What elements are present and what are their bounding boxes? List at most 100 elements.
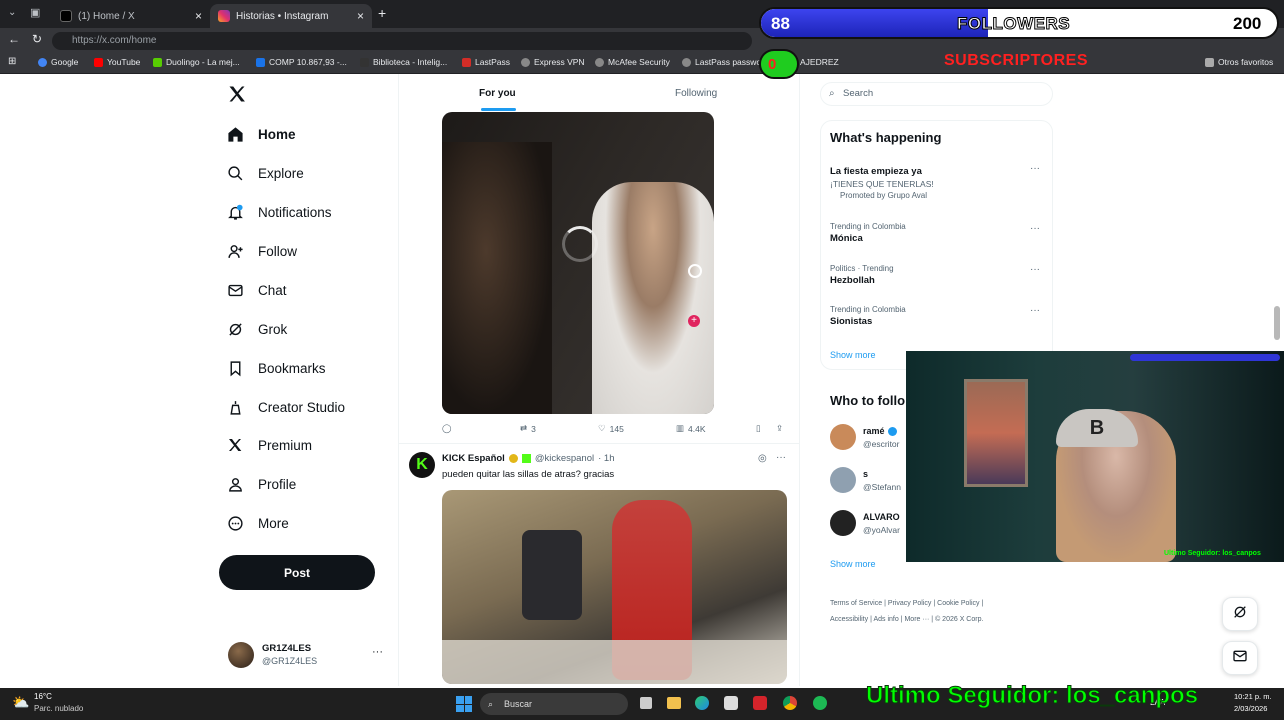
kick-avatar[interactable]: K — [409, 452, 435, 478]
trend-item[interactable]: Trending in Colombia Sionistas — [830, 305, 906, 327]
bookmark-youtube[interactable]: YouTube — [94, 57, 140, 67]
bookmark-other[interactable]: Otros favoritos — [1205, 57, 1273, 67]
share-button[interactable]: ⇪ — [776, 423, 783, 434]
apps-icon[interactable]: ⊞ — [8, 56, 16, 67]
views-button[interactable]: ▥ 4.4K — [676, 423, 706, 434]
weather-widget[interactable]: ⛅ 16°C Parc. nublado — [12, 692, 102, 716]
app-menu-icon[interactable]: ▣ — [30, 6, 40, 19]
taskbar-search[interactable]: ⌕ Buscar — [480, 693, 628, 715]
bookmark-expressvpn[interactable]: Express VPN — [521, 57, 585, 67]
search-placeholder: Search — [843, 88, 874, 99]
like-button[interactable]: ♡ 145 — [598, 423, 624, 434]
trend-more-icon[interactable]: ··· — [1030, 163, 1040, 174]
trend-subtitle: ¡TIENES QUE TENERLAS! — [830, 179, 934, 189]
trend-more-icon[interactable]: ··· — [1030, 223, 1040, 234]
file-explorer-icon[interactable] — [667, 697, 681, 709]
post-author[interactable]: KICK Español — [442, 453, 505, 464]
search-box[interactable]: ⌕ Search — [820, 82, 1053, 106]
reload-icon[interactable]: ↻ — [32, 32, 42, 46]
trend-more-icon[interactable]: ··· — [1030, 264, 1040, 275]
account-switcher[interactable]: GR1Z4LES @GR1Z4LES ··· — [226, 640, 386, 672]
nav-more[interactable]: More — [226, 511, 289, 535]
trend-item[interactable]: La fiesta empieza ya ¡TIENES QUE TENERLA… — [830, 164, 934, 200]
bookmark-mcafee[interactable]: McAfee Security — [595, 57, 670, 67]
bookmark-biblioteca[interactable]: Biblioteca - Intelig... — [360, 57, 447, 67]
new-tab-icon[interactable]: + — [378, 5, 386, 21]
nav-premium[interactable]: Premium — [226, 433, 312, 457]
nav-profile[interactable]: Profile — [226, 472, 296, 496]
footer-link: © 2026 X Corp. — [935, 616, 984, 623]
x-logo-icon[interactable] — [227, 84, 247, 104]
url-field[interactable]: https://x.com/home — [52, 32, 752, 50]
post-more-icon[interactable]: ··· — [776, 452, 786, 463]
bookmark-comp[interactable]: COMP 10.867,93 -... — [256, 57, 347, 67]
post-video[interactable]: + — [442, 112, 714, 414]
nav-follow[interactable]: Follow — [226, 239, 297, 263]
follow-suggestion[interactable]: ALVARO @yoAlvar — [830, 510, 910, 540]
footer-link[interactable]: Accessibility — [830, 616, 868, 623]
clock-date[interactable]: 2/03/2026 — [1234, 704, 1267, 713]
task-view-icon[interactable] — [640, 697, 652, 709]
start-button[interactable] — [456, 696, 472, 712]
messages-float-button[interactable] — [1222, 641, 1258, 675]
bookmark-lastpass-passwords[interactable]: LastPass passwo — [682, 57, 761, 67]
account-more-icon[interactable]: ··· — [372, 646, 383, 658]
follow-suggestion[interactable]: ramé @escritor — [830, 424, 910, 454]
store-icon[interactable] — [724, 696, 738, 710]
tab-for-you[interactable]: For you — [479, 88, 516, 99]
trend-item[interactable]: Politics · Trending Hezbollah — [830, 264, 894, 286]
add-badge-icon[interactable]: + — [688, 315, 700, 327]
post-image[interactable] — [442, 490, 787, 684]
show-more-link[interactable]: Show more — [830, 559, 876, 569]
bookmark-duolingo[interactable]: Duolingo - La mej... — [153, 57, 240, 67]
footer-link[interactable]: Privacy Policy — [888, 600, 932, 607]
verified-gold-icon — [508, 454, 518, 463]
nav-home[interactable]: Home — [226, 122, 296, 146]
repost-button[interactable]: ⇄ 3 — [520, 423, 536, 434]
reply-button[interactable]: ◯ — [442, 423, 452, 434]
nav-label: Notifications — [258, 204, 332, 220]
tab-list-icon[interactable]: ⌄ — [8, 7, 16, 18]
avatar — [830, 424, 856, 450]
webcam-overlay: B Ultimo Seguidor: los_canpos — [906, 351, 1284, 562]
grok-float-button[interactable] — [1222, 597, 1258, 631]
zoom-icon[interactable] — [688, 264, 702, 278]
back-icon[interactable]: ← — [8, 32, 20, 46]
nav-bookmarks[interactable]: Bookmarks — [226, 356, 326, 380]
account-name: GR1Z4LES — [262, 643, 312, 654]
trend-item[interactable]: Trending in Colombia Mónica — [830, 222, 906, 244]
post-button[interactable]: Post — [219, 555, 375, 590]
nav-creator-studio[interactable]: Creator Studio — [226, 395, 345, 419]
tab-instagram[interactable]: Historias • Instagram × — [210, 4, 372, 28]
scrollbar-thumb[interactable] — [1274, 306, 1280, 340]
bookmark-google[interactable]: Google — [38, 57, 78, 67]
clock-time[interactable]: 10:21 p. m. — [1234, 692, 1272, 701]
nav-chat[interactable]: Chat — [226, 278, 287, 302]
suggestion-name: s — [863, 469, 869, 479]
tab-x-home[interactable]: (1) Home / X × — [52, 4, 210, 28]
nav-notifications[interactable]: Notifications — [226, 200, 332, 224]
chrome-icon[interactable] — [783, 696, 797, 710]
bookmark-button[interactable]: ▯ — [756, 423, 761, 434]
tab-following[interactable]: Following — [675, 88, 717, 99]
nav-label: Chat — [258, 282, 287, 298]
footer-link[interactable]: More ··· — [904, 616, 929, 623]
footer-link[interactable]: Ads info — [873, 616, 898, 623]
footer-link[interactable]: Terms of Service — [830, 600, 882, 607]
edge-icon[interactable] — [695, 696, 709, 710]
follow-suggestion[interactable]: s @Stefann — [830, 467, 910, 497]
nav-grok[interactable]: Grok — [226, 317, 287, 341]
trend-more-icon[interactable]: ··· — [1030, 305, 1040, 316]
footer-link[interactable]: Cookie Policy — [937, 600, 979, 607]
close-tab-icon[interactable]: × — [195, 9, 202, 23]
who-to-follow-title: Who to follo — [830, 393, 906, 408]
show-more-link[interactable]: Show more — [830, 350, 876, 360]
nav-explore[interactable]: Explore — [226, 161, 304, 185]
bookmark-lastpass[interactable]: LastPass — [462, 57, 510, 67]
grok-post-icon[interactable]: ◎ — [758, 453, 767, 464]
acrobat-icon[interactable] — [753, 696, 767, 710]
bookmark-ajedrez[interactable]: AJEDREZ — [800, 57, 839, 67]
spotify-icon[interactable] — [813, 696, 827, 710]
close-tab-icon[interactable]: × — [357, 9, 364, 23]
post-handle[interactable]: @kickespanol — [535, 453, 594, 464]
